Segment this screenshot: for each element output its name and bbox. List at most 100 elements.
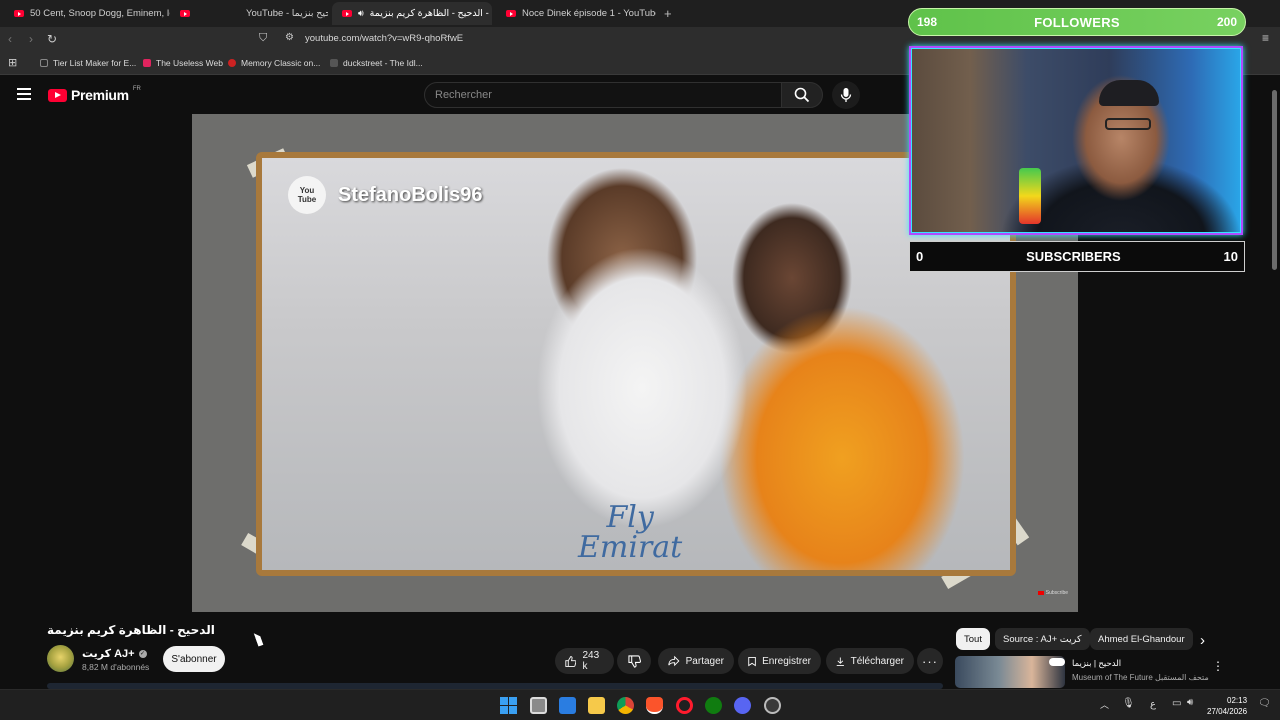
- bookmark-item[interactable]: Tier List Maker for E...: [40, 58, 136, 68]
- voice-search-button[interactable]: [832, 81, 860, 109]
- brave-icon[interactable]: [646, 697, 663, 714]
- task-view-icon[interactable]: [530, 697, 547, 714]
- bookmark-favicon-icon: [330, 59, 338, 67]
- chevron-up-icon[interactable]: ︿: [1100, 698, 1109, 711]
- bookmark-icon[interactable]: ⛉: [259, 32, 267, 45]
- youtube-play-logo-icon: [48, 88, 67, 102]
- thumbs-down-icon: [627, 654, 641, 668]
- can-shape: [1019, 168, 1041, 224]
- share-arrow-icon: [668, 655, 680, 667]
- youtube-favicon-icon: [506, 10, 516, 17]
- bookmark-favicon-icon: [143, 59, 151, 67]
- followers-current: 198: [917, 15, 938, 29]
- channel-name[interactable]: كريت AJ+ ✓: [82, 647, 147, 660]
- headphones-shape: [1099, 80, 1159, 106]
- browser-tab-active[interactable]: 🔊︎ الدحيح - الظاهرة كريم بنزيمة - ✕: [332, 2, 492, 25]
- notifications-icon[interactable]: 🗨︎: [1258, 698, 1271, 709]
- opera-icon[interactable]: [676, 697, 693, 714]
- subscribe-watermark[interactable]: Subscribe: [1037, 590, 1068, 596]
- dislike-button[interactable]: [617, 648, 651, 674]
- forward-arrow-icon[interactable]: ›: [29, 32, 33, 46]
- xbox-icon[interactable]: [705, 697, 722, 714]
- like-button[interactable]: 243 k: [555, 648, 614, 674]
- suggestion-title[interactable]: الدحيح | بنزيما: [1072, 658, 1196, 669]
- volume-icon[interactable]: 🔊︎: [1187, 697, 1193, 708]
- reload-icon[interactable]: ↻: [47, 32, 57, 46]
- subscribe-mini-label: Subscribe: [1045, 590, 1068, 596]
- file-explorer-icon[interactable]: [588, 697, 605, 714]
- url-field[interactable]: youtube.com/watch?v=wR9-qhoRfwE: [305, 33, 463, 44]
- glasses-shape: [1105, 118, 1151, 130]
- new-tab-plus-icon[interactable]: +: [664, 6, 672, 21]
- thumbs-up-icon: [565, 655, 577, 667]
- apps-grid-icon[interactable]: ⊞: [8, 56, 17, 69]
- channel-name-text: كريت AJ+: [82, 648, 135, 660]
- windows-start-icon[interactable]: [500, 697, 517, 714]
- followers-goal: 200: [1216, 15, 1237, 29]
- scrollbar-thumb[interactable]: [1272, 90, 1277, 270]
- youtube-favicon-icon: [342, 10, 352, 17]
- browser-tab[interactable]: YouTube - الدحيح بنزيما: [236, 2, 328, 25]
- bookmark-item[interactable]: duckstreet - The Idl...: [330, 58, 423, 68]
- subscribers-goal: 10: [1223, 249, 1238, 264]
- subscribe-logo-icon: [1037, 591, 1044, 595]
- chip-topic[interactable]: Ahmed El-Ghandour: [1090, 628, 1193, 650]
- youtube-watermark-logo: You Tube: [288, 176, 326, 214]
- chrome-icon[interactable]: [617, 697, 634, 714]
- menu-lines-icon[interactable]: ≡: [1262, 31, 1269, 45]
- youtube-favicon-icon: [14, 10, 24, 17]
- windows-taskbar: ︿ 🎙︎ ع ▭ 🔊︎ 02:13 27/04/2026 🗨︎: [0, 689, 1280, 720]
- chip-source[interactable]: Source : AJ+ كريت: [995, 628, 1090, 650]
- tab-title: 50 Cent, Snoop Dogg, Eminem, Ice C: [30, 8, 170, 19]
- share-button[interactable]: Partager: [658, 648, 734, 674]
- browser-tab[interactable]: Noce Dinek épisode 1 - YouTube: [496, 2, 656, 25]
- bookmark-label: The Useless Web: [156, 58, 223, 68]
- microphone-tray-icon[interactable]: 🎙︎: [1122, 698, 1135, 709]
- tab-title: Noce Dinek épisode 1 - YouTube: [522, 8, 656, 19]
- back-arrow-icon[interactable]: ‹: [8, 32, 12, 46]
- logo-text: You: [299, 186, 315, 195]
- network-icon[interactable]: ▭: [1172, 698, 1181, 709]
- obs-icon[interactable]: [764, 697, 781, 714]
- hamburger-menu-icon[interactable]: [17, 88, 31, 100]
- search-button[interactable]: [781, 82, 823, 108]
- jersey-sponsor-text: Fly Emirat: [578, 503, 682, 563]
- chip-all[interactable]: Tout: [956, 628, 990, 650]
- webcam-feed: [909, 46, 1243, 235]
- bookmark-favicon-icon: [40, 59, 48, 67]
- followers-label: FOLLOWERS: [1034, 14, 1120, 30]
- share-label: Partager: [685, 655, 724, 667]
- browser-tab[interactable]: 50 Cent, Snoop Dogg, Eminem, Ice C: [4, 2, 170, 25]
- language-indicator[interactable]: ع: [1150, 699, 1156, 710]
- subscribe-button[interactable]: S'abonner: [163, 646, 225, 672]
- clock-date: 27/04/2026: [1207, 707, 1248, 716]
- system-clock[interactable]: 02:13 27/04/2026: [1207, 695, 1247, 717]
- bookmark-item[interactable]: The Useless Web: [143, 58, 223, 68]
- watermark-channel-name: StefanoBolis96: [338, 183, 483, 206]
- discord-icon[interactable]: [734, 697, 751, 714]
- more-vertical-icon[interactable]: ⋮: [1212, 659, 1224, 673]
- save-button[interactable]: Enregistrer: [738, 648, 821, 674]
- logo-text: Premium: [71, 87, 129, 103]
- youtube-logo[interactable]: Premium FR: [48, 86, 141, 103]
- download-icon: [836, 657, 844, 666]
- speaker-icon[interactable]: 🔊︎: [358, 8, 364, 19]
- subscribers-goal-bar: 0 SUBSCRIBERS 10: [909, 241, 1245, 272]
- bookmark-item[interactable]: Memory Classic on...: [228, 58, 320, 68]
- channel-avatar[interactable]: [47, 645, 74, 672]
- site-settings-icon[interactable]: ⚙: [285, 32, 294, 43]
- channel-watermark: You Tube StefanoBolis96: [288, 176, 482, 214]
- suggestion-channel[interactable]: Museum of The Future متحف المستقبل: [1072, 673, 1209, 682]
- search-input[interactable]: Rechercher: [424, 82, 782, 108]
- bookmark-label: duckstreet - The Idl...: [343, 58, 423, 68]
- microphone-icon: [840, 88, 852, 102]
- store-icon[interactable]: [559, 697, 576, 714]
- stream-overlay: 198 FOLLOWERS 200 0 SUBSCRIBERS 10: [908, 8, 1246, 274]
- page-scrollbar[interactable]: [1270, 76, 1278, 688]
- chevron-right-icon[interactable]: ›: [1200, 632, 1205, 649]
- download-button[interactable]: Télécharger: [826, 648, 914, 674]
- browser-tab[interactable]: [170, 2, 190, 25]
- youtube-favicon-icon: [180, 10, 190, 17]
- tab-title: الدحيح - الظاهرة كريم بنزيمة -: [369, 8, 489, 19]
- more-actions-button[interactable]: ···: [917, 648, 943, 674]
